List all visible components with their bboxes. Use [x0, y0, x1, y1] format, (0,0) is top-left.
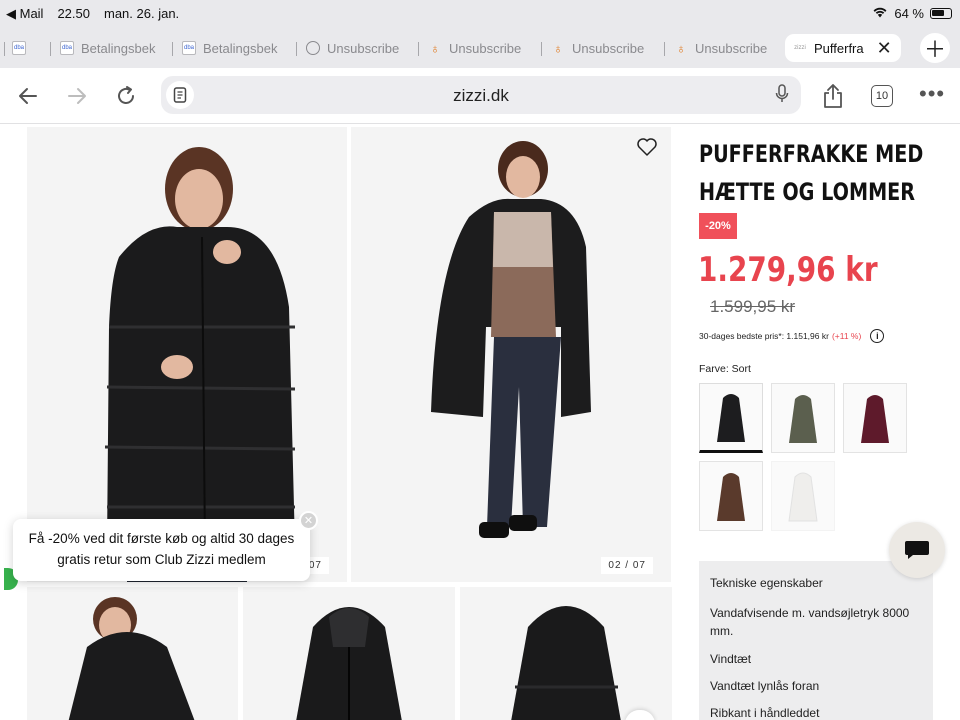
- product-page: 01 / 07 02 / 07: [0, 125, 960, 720]
- close-tab-icon[interactable]: ✕: [877, 38, 892, 59]
- tab-overview-button[interactable]: 10: [871, 85, 893, 107]
- favourite-button[interactable]: [636, 137, 658, 162]
- product-image-5[interactable]: [460, 587, 672, 720]
- tab-label: Unsubscribe: [449, 40, 522, 56]
- share-button[interactable]: [819, 82, 847, 110]
- tab-label: Betalingsbek: [203, 40, 278, 56]
- product-image-1[interactable]: 01 / 07: [27, 127, 347, 582]
- product-image-4[interactable]: [243, 587, 455, 720]
- drop-favicon-icon: ♁: [430, 40, 440, 56]
- back-to-app-link[interactable]: ◀ Mail: [6, 6, 43, 22]
- current-price: 1.279,96 kr: [698, 250, 878, 290]
- best-price-label: 30-dages bedste pris*: 1.151,96 kr: [699, 331, 829, 341]
- drop-favicon-icon: ♁: [676, 40, 686, 56]
- product-title-line1: PUFFERFRAKKE MED: [699, 140, 924, 168]
- microphone-icon: [775, 84, 789, 102]
- specs-heading: Tekniske egenskaber: [710, 576, 823, 590]
- model-in-black-coat-image: [27, 127, 347, 582]
- coat-thumbnail-white: [788, 472, 818, 522]
- tab-label: Betalingsbek: [81, 40, 156, 56]
- coat-thumbnail-black: [717, 394, 745, 442]
- globe-icon: [306, 41, 320, 55]
- clock: 22.50: [57, 6, 90, 21]
- drop-favicon-icon: ♁: [553, 40, 563, 56]
- status-bar: ◀ Mail 22.50 man. 26. jan. 64 %: [0, 0, 960, 28]
- back-button[interactable]: [14, 82, 42, 110]
- coat-thumbnail-brown: [717, 473, 745, 521]
- promo-text-line2: gratis retur som Club Zizzi medlem: [57, 552, 266, 567]
- reload-icon: [118, 86, 134, 104]
- tab-label: Unsubscribe: [327, 40, 400, 56]
- arrow-right-icon: [68, 88, 86, 104]
- club-promo-popup[interactable]: Få -20% ved dit første køb og altid 30 d…: [13, 519, 310, 581]
- color-swatch-burgundy[interactable]: [843, 383, 907, 453]
- close-promo-button[interactable]: ✕: [299, 511, 318, 530]
- arrow-left-icon: [19, 88, 37, 104]
- coat-back-image: [460, 587, 672, 720]
- color-swatch-brown[interactable]: [699, 461, 763, 531]
- tab-5[interactable]: ♁ Unsubscribe: [551, 34, 663, 62]
- spec-item: Vandtæt lynlås foran: [710, 679, 820, 693]
- color-label: Farve: Sort: [699, 363, 751, 375]
- model-hood-image: [27, 587, 238, 720]
- best-price-delta: (+11 %): [831, 331, 862, 341]
- tab-2[interactable]: dba Betalingsbek: [182, 34, 294, 62]
- color-swatch-olive[interactable]: [771, 383, 835, 453]
- reload-button[interactable]: [112, 82, 140, 110]
- product-image-3[interactable]: [27, 587, 238, 720]
- original-price: 1.599,95 kr: [710, 297, 796, 316]
- url-text: zizzi.dk: [453, 86, 509, 105]
- product-image-2[interactable]: 02 / 07: [351, 127, 671, 582]
- best-price-info: 30-dages bedste pris*: 1.151,96 kr (+11 …: [699, 329, 885, 343]
- share-icon: [824, 84, 842, 108]
- browser-toolbar: zizzi.dk 10 •••: [0, 68, 960, 124]
- spec-item: Vandafvisende m. vandsøjletryk 8000 mm.: [710, 606, 910, 638]
- tab-label: Unsubscribe: [572, 40, 645, 56]
- tab-0[interactable]: dba: [12, 34, 42, 62]
- tab-4[interactable]: ♁ Unsubscribe: [428, 34, 540, 62]
- dba-favicon-icon: dba: [182, 41, 196, 55]
- color-swatch-white[interactable]: [771, 461, 835, 531]
- tab-3[interactable]: Unsubscribe: [306, 34, 418, 62]
- info-icon[interactable]: i: [870, 329, 885, 343]
- tab-label: Pufferfra: [814, 40, 864, 56]
- coat-thumbnail-burgundy: [861, 395, 889, 443]
- dba-favicon-icon: dba: [12, 41, 26, 55]
- chat-bubble-icon: [905, 541, 929, 559]
- tab-1[interactable]: dba Betalingsbek: [60, 34, 172, 62]
- dba-favicon-icon: dba: [60, 41, 74, 55]
- coat-front-image: [243, 587, 455, 720]
- coat-thumbnail-olive: [789, 395, 817, 443]
- product-title: PUFFERFRAKKE MED HÆTTE OG LOMMER: [699, 135, 939, 211]
- forward-button[interactable]: [63, 82, 91, 110]
- tab-6[interactable]: ♁ Unsubscribe: [674, 34, 774, 62]
- spec-item: Ribkant i håndleddet: [710, 706, 820, 720]
- model-full-body-image: [351, 127, 671, 582]
- address-bar[interactable]: zizzi.dk: [161, 76, 801, 114]
- tab-active[interactable]: zizzi Pufferfra ✕: [785, 34, 901, 62]
- date: man. 26. jan.: [104, 6, 180, 21]
- more-options-icon[interactable]: •••: [919, 83, 945, 105]
- chat-button[interactable]: [889, 522, 945, 578]
- tab-strip: dba dba Betalingsbek dba Betalingsbek Un…: [0, 28, 960, 68]
- product-title-line2: HÆTTE OG LOMMER: [699, 178, 916, 206]
- image-counter: 02 / 07: [601, 557, 653, 574]
- spec-item: Vindtæt: [710, 652, 752, 666]
- zizzi-favicon-icon: zizzi: [793, 41, 807, 55]
- new-tab-button[interactable]: ＋: [920, 33, 950, 63]
- promo-text-line1: Få -20% ved dit første køb og altid 30 d…: [28, 531, 295, 546]
- heart-icon: [637, 138, 657, 156]
- discount-badge: -20%: [699, 213, 737, 239]
- wifi-icon: [872, 6, 888, 21]
- tab-label: Unsubscribe: [695, 40, 768, 56]
- battery-icon: [930, 8, 952, 19]
- microphone-button[interactable]: [775, 84, 789, 109]
- color-swatch-black[interactable]: [699, 383, 763, 453]
- battery-level: 64 %: [894, 6, 924, 21]
- technical-features-panel: Tekniske egenskaber Vandafvisende m. van…: [699, 561, 933, 720]
